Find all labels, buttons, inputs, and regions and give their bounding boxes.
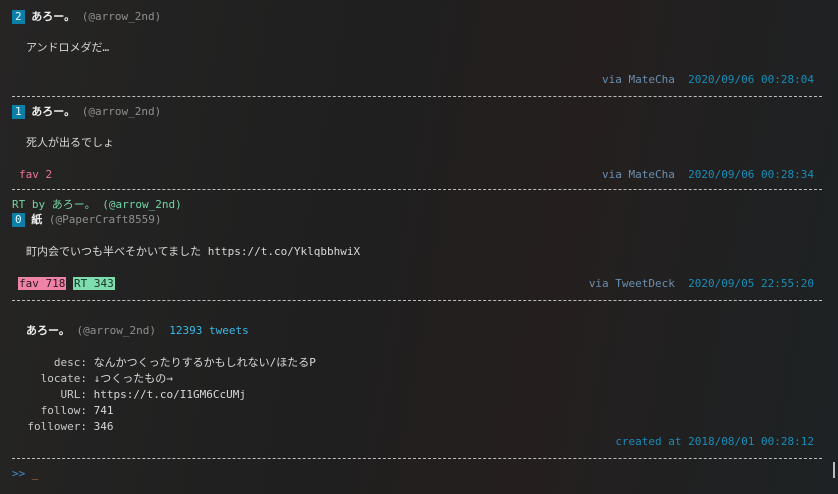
field-key: URL: <box>60 388 88 401</box>
divider <box>12 189 822 190</box>
user-name: あろー。 <box>31 105 76 118</box>
retweeted-by: RT by あろー。 (@arrow_2nd) <box>12 198 182 211</box>
fav-count: fav 2 <box>19 168 53 181</box>
profile-name: あろー。 <box>26 324 70 337</box>
screen-name: (@arrow_2nd) <box>81 105 162 118</box>
tweet-index: 1 <box>12 105 25 119</box>
divider <box>12 300 822 301</box>
via-client: via MateCha <box>602 168 675 181</box>
screen-name: (@arrow_2nd) <box>81 10 162 23</box>
timestamp: 2020/09/06 00:28:04 <box>688 73 814 86</box>
prompt-symbol: >> <box>12 467 26 480</box>
tweet-count: 12393 tweets <box>169 324 249 337</box>
fav-badge: fav 718 <box>18 277 67 290</box>
profile-screen-name: (@arrow_2nd) <box>76 324 156 337</box>
cursor: _ <box>31 467 39 480</box>
tweet-index: 0 <box>12 213 25 227</box>
field-value: 346 <box>93 420 114 433</box>
divider <box>12 96 822 97</box>
field-value: ↓つくったもの→ <box>93 372 173 385</box>
field-key: follow: <box>40 404 87 417</box>
field-value: 741 <box>93 404 114 417</box>
tweet-text: 死人が出るでしょ <box>26 136 114 149</box>
field-key: locate: <box>40 372 87 385</box>
created-at: created at 2018/08/01 00:28:12 <box>615 435 814 448</box>
divider <box>12 458 822 459</box>
field-value: https://t.co/I1GM6CcUMj <box>93 388 246 401</box>
via-client: via TweetDeck <box>588 277 675 290</box>
timestamp: 2020/09/05 22:55:20 <box>688 277 814 290</box>
tweet-text: アンドロメダだ… <box>26 41 110 54</box>
field-value: なんかつくったりするかもしれない/ほたるP <box>93 356 316 369</box>
command-input[interactable]: >> _ <box>0 466 838 482</box>
tweet-text: 町内会でいつも半べそかいてました https://t.co/YklqbbhwiX <box>26 245 361 258</box>
rt-badge: RT 343 <box>72 277 115 290</box>
user-name: あろー。 <box>31 10 76 23</box>
field-key: follower: <box>27 420 87 433</box>
scrollbar[interactable] <box>833 462 835 478</box>
via-client: via MateCha <box>602 73 675 86</box>
tweet-header: 2 あろー。 (@arrow_2nd) <box>0 9 838 25</box>
timestamp: 2020/09/06 00:28:34 <box>688 168 814 181</box>
tweet-index: 2 <box>12 10 25 24</box>
field-key: desc: <box>53 356 87 369</box>
user-name: 紙 <box>31 213 43 226</box>
screen-name: (@PaperCraft8559) <box>48 213 162 226</box>
